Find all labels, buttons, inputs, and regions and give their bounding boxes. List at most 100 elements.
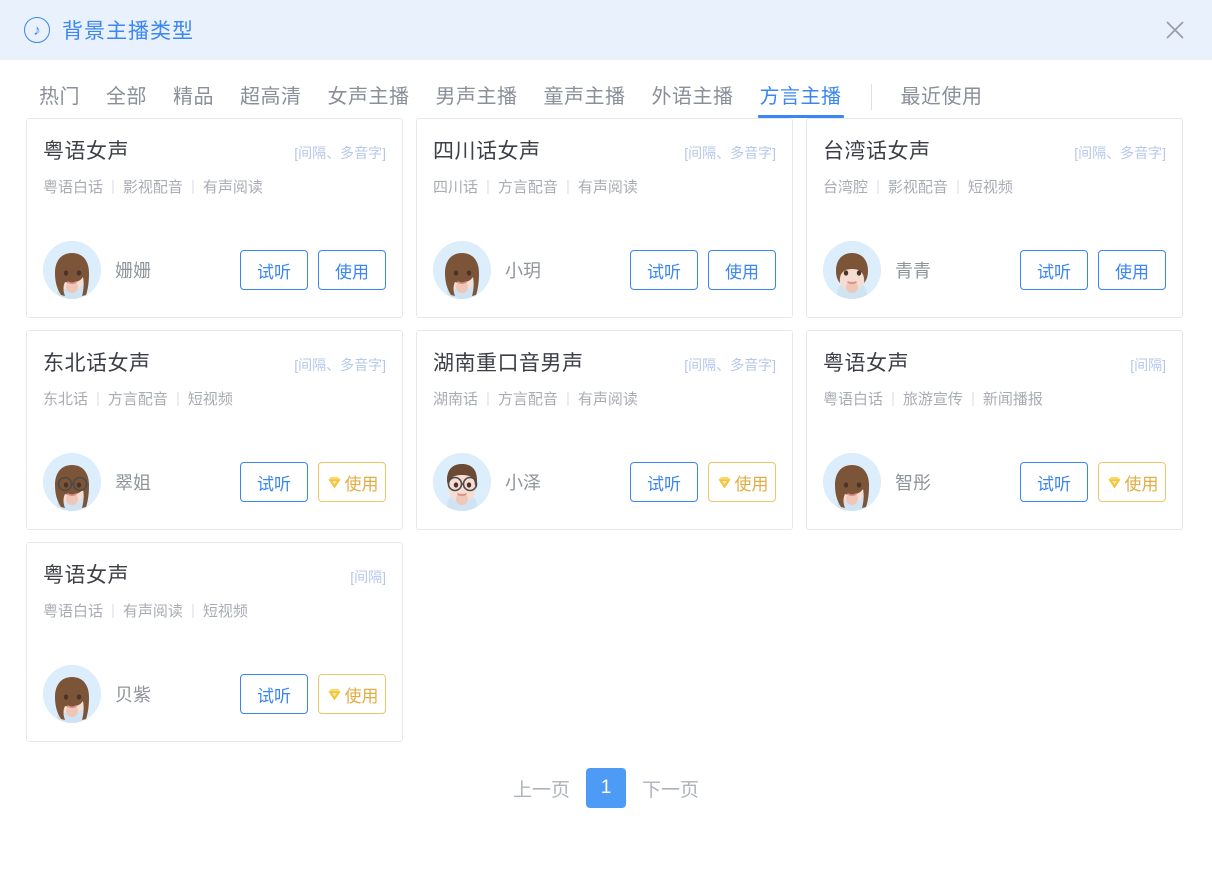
preview-button[interactable]: 试听 — [630, 462, 698, 502]
preview-button-label: 试听 — [647, 262, 681, 282]
card-feature-badge: [间隔、多音字] — [684, 357, 776, 373]
music-note-icon: ♪ — [24, 17, 50, 43]
card-actions: 试听 使用 — [240, 674, 386, 714]
card-feature-badge: [间隔、多音字] — [1074, 145, 1166, 161]
card-tag: 东北话 — [43, 391, 89, 408]
card-bottom-row: 青青 试听 使用 — [823, 241, 1166, 299]
use-button-label: 使用 — [1124, 474, 1159, 494]
avatar — [823, 453, 881, 511]
preview-button-label: 试听 — [1037, 262, 1071, 282]
vip-diamond-icon — [326, 686, 343, 703]
card-actions: 试听 使用 — [630, 462, 776, 502]
tab-child-host[interactable]: 童声主播 — [531, 80, 639, 118]
card-title: 粤语女声 — [823, 352, 909, 375]
preview-button[interactable]: 试听 — [1020, 250, 1088, 290]
voice-card[interactable]: 粤语女声 [间隔、多音字] 粤语白话 | 影视配音 | 有声阅读 姗姗 试听 使用 — [26, 118, 403, 318]
card-tag: 方言配音 — [497, 179, 558, 196]
card-tag: 方言配音 — [107, 391, 168, 408]
tab-recently-used[interactable]: 最近使用 — [888, 80, 996, 118]
preview-button[interactable]: 试听 — [240, 674, 308, 714]
category-tabs: 热门 全部 精品 超高清 女声主播 男声主播 童声主播 外语主播 方言主播 最近… — [0, 60, 1212, 118]
tab-dialect-host[interactable]: 方言主播 — [747, 80, 855, 118]
use-button[interactable]: 使用 — [318, 250, 386, 290]
card-tag: 新闻播报 — [982, 391, 1043, 408]
card-title-row: 湖南重口音男声 [间隔、多音字] — [433, 347, 776, 377]
voice-card[interactable]: 湖南重口音男声 [间隔、多音字] 湖南话 | 方言配音 | 有声阅读 小泽 试听 使用 — [416, 330, 793, 530]
tab-all[interactable]: 全部 — [93, 80, 160, 118]
preview-button-label: 试听 — [647, 474, 681, 494]
tab-ultra-hd[interactable]: 超高清 — [227, 80, 315, 118]
header-left-group: ♪ 背景主播类型 — [24, 15, 194, 45]
preview-button[interactable]: 试听 — [240, 462, 308, 502]
voice-card[interactable]: 粤语女声 [间隔] 粤语白话 | 旅游宣传 | 新闻播报 智彤 试听 使用 — [806, 330, 1183, 530]
tab-female-host[interactable]: 女声主播 — [315, 80, 423, 118]
tab-hot[interactable]: 热门 — [26, 80, 93, 118]
card-tags: 台湾腔 | 影视配音 | 短视频 — [823, 176, 1166, 197]
speaker-name: 小泽 — [505, 473, 541, 493]
use-button[interactable]: 使用 — [1098, 250, 1166, 290]
card-title-row: 粤语女声 [间隔、多音字] — [43, 135, 386, 165]
card-title-row: 粤语女声 [间隔] — [823, 347, 1166, 377]
card-bottom-row: 翠姐 试听 使用 — [43, 453, 386, 511]
tag-separator: | — [486, 178, 490, 195]
preview-button-label: 试听 — [257, 474, 291, 494]
use-button[interactable]: 使用 — [708, 250, 776, 290]
card-bottom-row: 贝紫 试听 使用 — [43, 665, 386, 723]
next-page-button[interactable]: 下一页 — [638, 775, 703, 802]
use-vip-button[interactable]: 使用 — [318, 674, 386, 714]
tag-separator: | — [565, 178, 570, 195]
tab-male-host[interactable]: 男声主播 — [423, 80, 531, 118]
voice-card[interactable]: 东北话女声 [间隔、多音字] 东北话 | 方言配音 | 短视频 翠姐 试听 使用 — [26, 330, 403, 530]
card-tag: 有声阅读 — [577, 179, 638, 196]
use-button-label: 使用 — [725, 262, 759, 282]
card-tags: 东北话 | 方言配音 | 短视频 — [43, 388, 386, 409]
card-bottom-row: 姗姗 试听 使用 — [43, 241, 386, 299]
prev-page-button[interactable]: 上一页 — [509, 775, 574, 802]
tag-separator: | — [190, 178, 195, 195]
card-title-row: 粤语女声 [间隔] — [43, 559, 386, 589]
preview-button[interactable]: 试听 — [240, 250, 308, 290]
card-tag: 有声阅读 — [577, 391, 638, 408]
tag-separator: | — [955, 178, 960, 195]
card-bottom-row: 小玥 试听 使用 — [433, 241, 776, 299]
use-vip-button[interactable]: 使用 — [318, 462, 386, 502]
preview-button[interactable]: 试听 — [630, 250, 698, 290]
use-button-label: 使用 — [734, 474, 769, 494]
voice-card[interactable]: 台湾话女声 [间隔、多音字] 台湾腔 | 影视配音 | 短视频 青青 试听 使用 — [806, 118, 1183, 318]
use-vip-button[interactable]: 使用 — [708, 462, 776, 502]
voice-card[interactable]: 粤语女声 [间隔] 粤语白话 | 有声阅读 | 短视频 贝紫 试听 使用 — [26, 542, 403, 742]
card-tag: 粤语白话 — [823, 391, 884, 408]
preview-button-label: 试听 — [257, 262, 291, 282]
card-tags: 四川话 | 方言配音 | 有声阅读 — [433, 176, 776, 197]
card-feature-badge: [间隔、多音字] — [684, 145, 776, 161]
tag-separator: | — [111, 178, 115, 195]
card-title: 台湾话女声 — [823, 140, 931, 163]
page-number-1[interactable]: 1 — [586, 768, 626, 808]
tab-divider — [870, 84, 872, 110]
card-tag: 湖南话 — [433, 391, 479, 408]
card-feature-badge: [间隔] — [1130, 357, 1166, 373]
avatar — [43, 453, 101, 511]
card-tag: 影视配音 — [887, 179, 948, 196]
close-icon[interactable] — [1160, 15, 1190, 45]
card-feature-badge: [间隔、多音字] — [294, 145, 386, 161]
card-actions: 试听 使用 — [240, 250, 386, 290]
tab-premium[interactable]: 精品 — [160, 80, 227, 118]
tab-foreign-language-host[interactable]: 外语主播 — [639, 80, 747, 118]
tag-separator: | — [891, 390, 895, 407]
use-vip-button[interactable]: 使用 — [1098, 462, 1166, 502]
preview-button[interactable]: 试听 — [1020, 462, 1088, 502]
voice-card-grid: 粤语女声 [间隔、多音字] 粤语白话 | 影视配音 | 有声阅读 姗姗 试听 使用 四川话女声 [间隔… — [0, 118, 1212, 742]
use-button-label: 使用 — [335, 262, 369, 282]
card-title-row: 台湾话女声 [间隔、多音字] — [823, 135, 1166, 165]
card-tag: 有声阅读 — [122, 603, 183, 620]
use-button-label: 使用 — [1115, 262, 1149, 282]
card-actions: 试听 使用 — [240, 462, 386, 502]
tag-separator: | — [111, 602, 115, 619]
tag-separator: | — [96, 390, 100, 407]
voice-card[interactable]: 四川话女声 [间隔、多音字] 四川话 | 方言配音 | 有声阅读 小玥 试听 使用 — [416, 118, 793, 318]
speaker-name: 青青 — [895, 261, 931, 281]
card-tag: 方言配音 — [497, 391, 558, 408]
tag-separator: | — [565, 390, 570, 407]
avatar — [433, 453, 491, 511]
